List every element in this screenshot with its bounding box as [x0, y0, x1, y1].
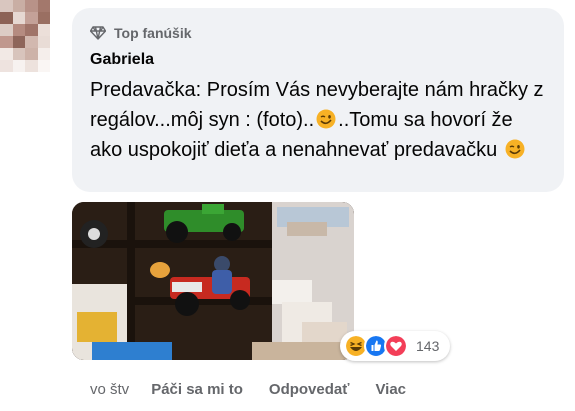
avatar-pixel	[37, 24, 50, 36]
avatar-pixel	[25, 12, 38, 24]
like-button[interactable]: Páči sa mi to	[151, 381, 243, 398]
avatar-pixel	[25, 24, 38, 36]
avatar-pixel	[37, 36, 50, 48]
avatar-pixel	[37, 48, 50, 60]
more-button[interactable]: Viac	[375, 381, 406, 398]
avatar-pixel	[25, 60, 38, 72]
avatar-pixel	[12, 24, 25, 36]
comment-bubble: Top fanúšik Gabriela Predavačka: Prosím …	[72, 8, 564, 192]
avatar-pixel	[37, 0, 50, 12]
reaction-icons	[344, 334, 408, 358]
avatar-pixel	[0, 60, 13, 72]
avatar[interactable]	[0, 0, 50, 72]
comment-actions: vo štv Páči sa mi to Odpovedať Viac	[90, 378, 432, 400]
badge-label: Top fanúšik	[114, 25, 192, 41]
comment-timestamp[interactable]: vo štv	[90, 381, 129, 398]
avatar-pixel	[0, 0, 13, 12]
avatar-pixel	[12, 48, 25, 60]
reaction-count: 143	[416, 338, 440, 354]
toy-shelf-photo	[72, 202, 354, 360]
avatar-pixel	[12, 0, 25, 12]
avatar-pixel	[12, 12, 25, 24]
winking-face-icon	[316, 109, 336, 129]
avatar-pixel	[0, 36, 13, 48]
reactions-summary[interactable]: 143	[340, 331, 450, 361]
avatar-pixel	[25, 0, 38, 12]
comment-author[interactable]: Gabriela	[90, 51, 154, 69]
avatar-pixel	[12, 36, 25, 48]
avatar-pixel	[25, 36, 38, 48]
avatar-pixel	[37, 12, 50, 24]
winking-face-icon	[505, 139, 525, 159]
comment-text: Predavačka: Prosím Vás nevyberajte nám h…	[90, 75, 550, 165]
avatar-pixel	[37, 60, 50, 72]
avatar-pixel	[12, 60, 25, 72]
reply-button[interactable]: Odpovedať	[269, 381, 350, 398]
avatar-pixel	[0, 48, 13, 60]
avatar-pixel	[0, 24, 13, 36]
diamond-icon	[90, 26, 106, 40]
avatar-pixel	[0, 12, 13, 24]
love-reaction-icon	[384, 334, 408, 358]
comment-photo[interactable]	[72, 202, 354, 360]
avatar-pixel	[25, 48, 38, 60]
top-fan-badge: Top fanúšik	[90, 24, 192, 42]
